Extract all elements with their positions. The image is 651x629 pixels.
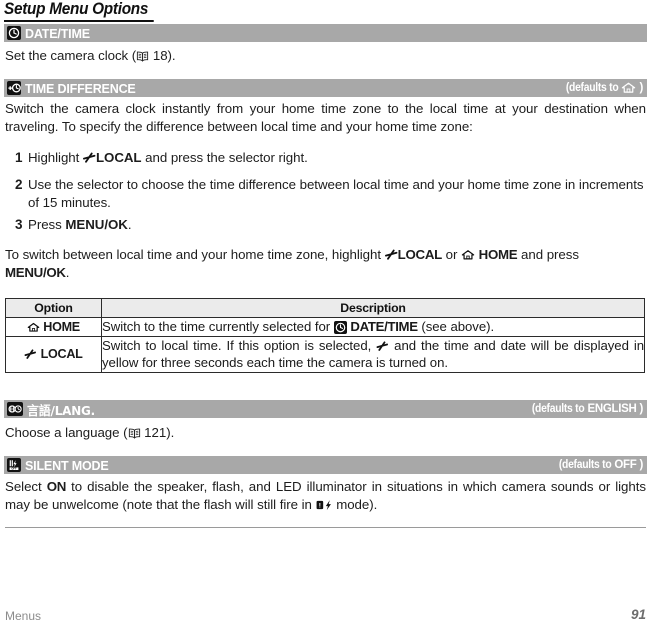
language-page-ref: 121 bbox=[144, 425, 167, 440]
table-cell-description-local: Switch to local time. If this option is … bbox=[101, 335, 645, 373]
step-tail: . bbox=[127, 217, 132, 232]
language-default-label: (defaults to bbox=[531, 403, 585, 415]
globe-language-icon bbox=[7, 402, 23, 416]
desc-bold: DATE/TIME bbox=[350, 319, 418, 334]
local-airplane-icon bbox=[82, 152, 96, 164]
footer-page-number: 91 bbox=[630, 607, 646, 622]
table-row: HOME Switch to the time currently select… bbox=[5, 317, 645, 337]
closing-mid: or bbox=[445, 247, 458, 262]
step-lead: Press bbox=[28, 217, 62, 232]
silent-mode-body: Select ON to disable the speaker, flash,… bbox=[5, 478, 646, 513]
closing-bold-home: HOME bbox=[478, 247, 518, 262]
step-number: 3 bbox=[15, 217, 23, 232]
book-page-icon bbox=[128, 428, 141, 439]
step-bold: LOCAL bbox=[95, 150, 142, 165]
section-header-silent-mode: OFF SILENT MODE (defaults to OFF) bbox=[4, 456, 647, 474]
language-default: (defaults to ENGLISH) bbox=[526, 400, 643, 418]
desc-lead: Switch to the time currently selected fo… bbox=[102, 319, 331, 334]
table-cell-description-home: Switch to the time currently selected fo… bbox=[101, 317, 645, 337]
date-time-page-ref: 18 bbox=[152, 48, 168, 63]
section-header-time-difference-content: TIME DIFFERENCE bbox=[7, 79, 141, 97]
closing-tail: and press bbox=[521, 247, 579, 262]
section-title-date-time: DATE/TIME bbox=[25, 25, 90, 41]
language-body: Choose a language ( 121). bbox=[5, 424, 646, 442]
table-option-label: LOCAL bbox=[40, 347, 83, 361]
forced-flash-icon: ! bbox=[316, 499, 333, 511]
section-header-time-difference: TIME DIFFERENCE (defaults to ) bbox=[4, 79, 647, 97]
date-time-body-tail: ). bbox=[167, 48, 176, 63]
silent-tail: mode). bbox=[336, 496, 378, 512]
time-difference-step-3: 3 Press MENU/OK. bbox=[15, 216, 646, 234]
table-header-description: Description bbox=[101, 298, 645, 318]
clock-icon bbox=[333, 321, 347, 334]
section-title-language: 言語/LANG. bbox=[27, 402, 96, 418]
section-title-time-difference: TIME DIFFERENCE bbox=[25, 80, 136, 96]
book-page-icon bbox=[136, 51, 149, 62]
time-difference-default: (defaults to ) bbox=[560, 79, 643, 97]
table-cell-option-home: HOME bbox=[5, 317, 102, 337]
silent-mode-default: (defaults to OFF) bbox=[553, 456, 643, 474]
date-time-body: Set the camera clock ( 18). bbox=[5, 47, 646, 65]
language-default-close: ) bbox=[639, 403, 643, 415]
time-difference-default-label: (defaults to bbox=[565, 82, 619, 94]
step-text: Use the selector to choose the time diff… bbox=[28, 177, 644, 210]
table-header-row: Option Description bbox=[5, 298, 645, 318]
silent-mode-icon: OFF bbox=[7, 458, 21, 472]
step-bold: MENU/OK bbox=[65, 217, 128, 232]
table-header-option: Option bbox=[5, 298, 102, 318]
time-difference-step-1: 1 Highlight LOCAL and press the selector … bbox=[15, 149, 646, 167]
closing-bold-local: LOCAL bbox=[397, 247, 443, 262]
time-difference-default-close: ) bbox=[639, 82, 643, 94]
section-header-date-time-content: DATE/TIME bbox=[7, 24, 93, 42]
step-number: 1 bbox=[15, 150, 23, 165]
home-icon bbox=[461, 249, 475, 261]
language-default-value: ENGLISH bbox=[587, 403, 637, 415]
section-header-silent-mode-content: OFF SILENT MODE bbox=[7, 456, 113, 474]
closing-lead: To switch between local time and your ho… bbox=[5, 247, 382, 262]
step-lead: Highlight bbox=[28, 150, 80, 165]
local-airplane-icon bbox=[384, 249, 398, 261]
bottom-divider bbox=[5, 527, 646, 528]
language-body-tail: ). bbox=[166, 425, 175, 440]
time-difference-step-2: 2 Use the selector to choose the time dif… bbox=[15, 176, 646, 211]
svg-text:OFF: OFF bbox=[11, 467, 17, 471]
home-icon bbox=[621, 82, 636, 94]
section-title-silent-mode: SILENT MODE bbox=[25, 457, 109, 473]
footer-section-name: Menus bbox=[5, 609, 42, 623]
local-airplane-icon bbox=[24, 349, 37, 360]
local-airplane-icon bbox=[376, 340, 389, 352]
desc-lead: Switch to local time. If this option is … bbox=[102, 337, 372, 353]
table-row: LOCAL Switch to local time. If this opti… bbox=[5, 335, 645, 373]
language-body-lead: Choose a language ( bbox=[5, 425, 128, 440]
manual-page: Setup Menu Options DATE/TIME Set the cam… bbox=[0, 0, 651, 629]
home-icon bbox=[27, 322, 40, 333]
silent-mode-default-label: (defaults to bbox=[558, 459, 612, 471]
section-header-language: 言語/LANG. (defaults to ENGLISH) bbox=[4, 400, 647, 418]
step-tail: and press the selector right. bbox=[145, 150, 308, 165]
desc-tail: (see above). bbox=[421, 319, 495, 334]
table-cell-option-local: LOCAL bbox=[5, 335, 102, 373]
page-title: Setup Menu Options bbox=[4, 0, 154, 22]
silent-mode-default-value: OFF bbox=[614, 459, 637, 471]
closing-bold-menu: MENU/OK bbox=[5, 264, 66, 280]
step-number: 2 bbox=[15, 177, 23, 192]
time-difference-options-table: Option Description HOME Switch to the ti… bbox=[5, 298, 645, 373]
time-difference-closing: To switch between local time and your ho… bbox=[5, 246, 646, 281]
closing-period: . bbox=[65, 264, 70, 280]
table-option-label: HOME bbox=[43, 319, 80, 334]
date-time-body-lead: Set the camera clock ( bbox=[5, 48, 137, 63]
section-header-date-time: DATE/TIME bbox=[4, 24, 647, 42]
section-header-language-content: 言語/LANG. bbox=[7, 400, 99, 418]
silent-bold-on: ON bbox=[46, 479, 67, 494]
silent-lead: Select bbox=[5, 479, 42, 494]
time-difference-intro: Switch the camera clock instantly from y… bbox=[5, 101, 646, 134]
silent-mode-default-close: ) bbox=[639, 459, 643, 471]
svg-text:!: ! bbox=[318, 502, 320, 509]
clock-icon bbox=[7, 26, 21, 40]
time-difference-icon bbox=[7, 81, 21, 95]
